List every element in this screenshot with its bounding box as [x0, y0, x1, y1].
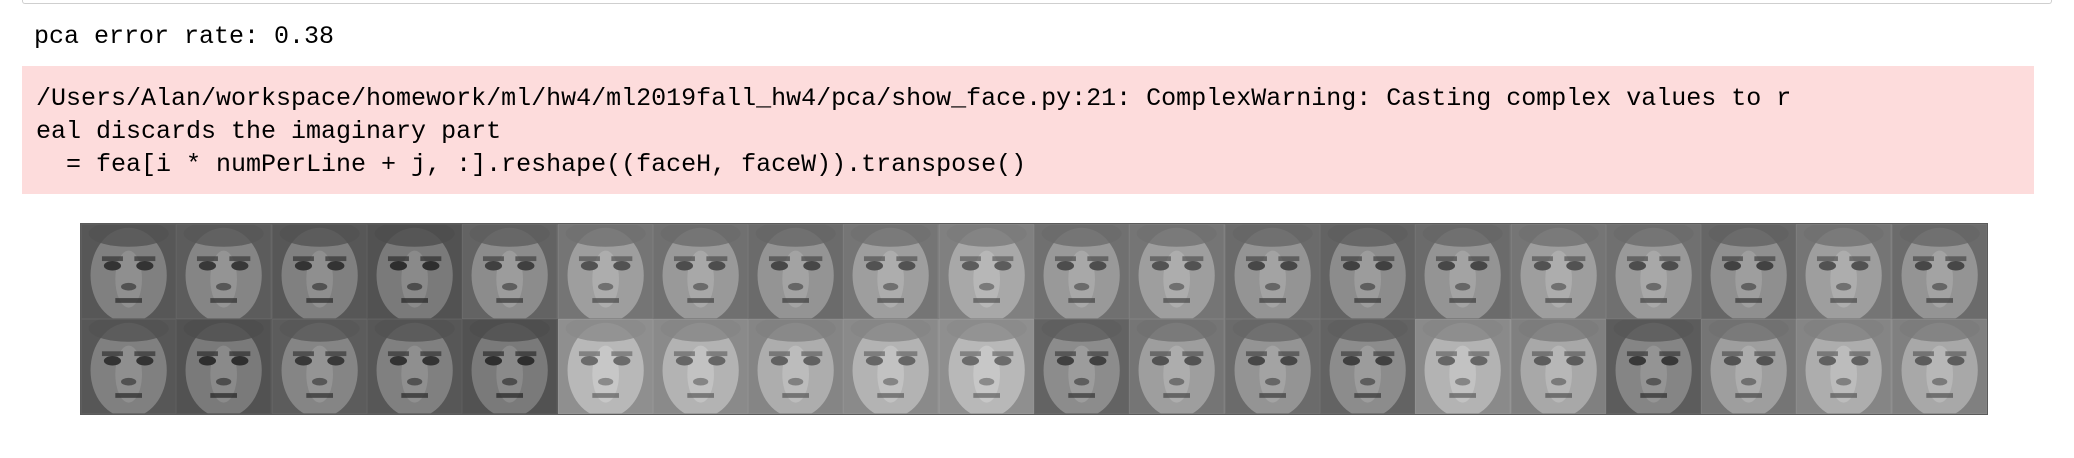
face-thumbnail	[1224, 319, 1320, 414]
face-thumbnail	[843, 224, 939, 319]
stderr-warning-output: /Users/Alan/workspace/homework/ml/hw4/ml…	[22, 66, 2034, 194]
face-thumbnail	[462, 319, 558, 414]
face-thumbnail	[366, 319, 463, 414]
face-thumbnail	[271, 224, 367, 319]
face-thumbnail	[366, 224, 463, 319]
face-thumbnail	[1891, 319, 1987, 414]
face-thumbnail	[1034, 319, 1130, 414]
face-thumbnail	[1605, 319, 1702, 414]
stderr-line: eal discards the imaginary part	[36, 117, 502, 146]
face-thumbnail	[1510, 319, 1606, 414]
face-thumbnail	[1605, 224, 1702, 319]
faces-image-grid	[80, 223, 1988, 415]
face-thumbnail	[652, 224, 749, 319]
face-thumbnail	[462, 224, 558, 319]
face-thumbnail	[1034, 224, 1130, 319]
stdout-output: pca error rate: 0.38	[34, 22, 335, 51]
face-thumbnail	[938, 224, 1034, 319]
face-thumbnail	[1701, 224, 1797, 319]
face-thumbnail	[1129, 319, 1225, 414]
face-thumbnail	[81, 319, 177, 414]
stderr-line: /Users/Alan/workspace/homework/ml/hw4/ml…	[36, 84, 1792, 113]
face-thumbnail	[843, 319, 939, 414]
previous-cell-border	[22, 0, 2052, 4]
face-thumbnail	[1796, 319, 1892, 414]
face-thumbnail	[1319, 319, 1416, 414]
face-thumbnail	[1224, 224, 1320, 319]
stderr-line: = fea[i * numPerLine + j, :].reshape((fa…	[36, 150, 1027, 179]
face-thumbnail	[1701, 319, 1797, 414]
face-thumbnail	[1415, 319, 1511, 414]
face-thumbnail	[1415, 224, 1511, 319]
face-thumbnail	[176, 224, 272, 319]
notebook-output-area: pca error rate: 0.38 /Users/Alan/workspa…	[0, 0, 2074, 458]
face-thumbnail	[1891, 224, 1987, 319]
face-thumbnail	[748, 319, 844, 414]
face-thumbnail	[81, 224, 177, 319]
face-thumbnail	[1319, 224, 1416, 319]
face-thumbnail	[1129, 224, 1225, 319]
face-thumbnail	[652, 319, 749, 414]
face-thumbnail	[557, 224, 653, 319]
face-thumbnail	[176, 319, 272, 414]
face-thumbnail	[1510, 224, 1606, 319]
face-thumbnail	[938, 319, 1034, 414]
face-thumbnail	[557, 319, 653, 414]
face-thumbnail	[1796, 224, 1892, 319]
face-thumbnail	[271, 319, 367, 414]
face-thumbnail	[748, 224, 844, 319]
